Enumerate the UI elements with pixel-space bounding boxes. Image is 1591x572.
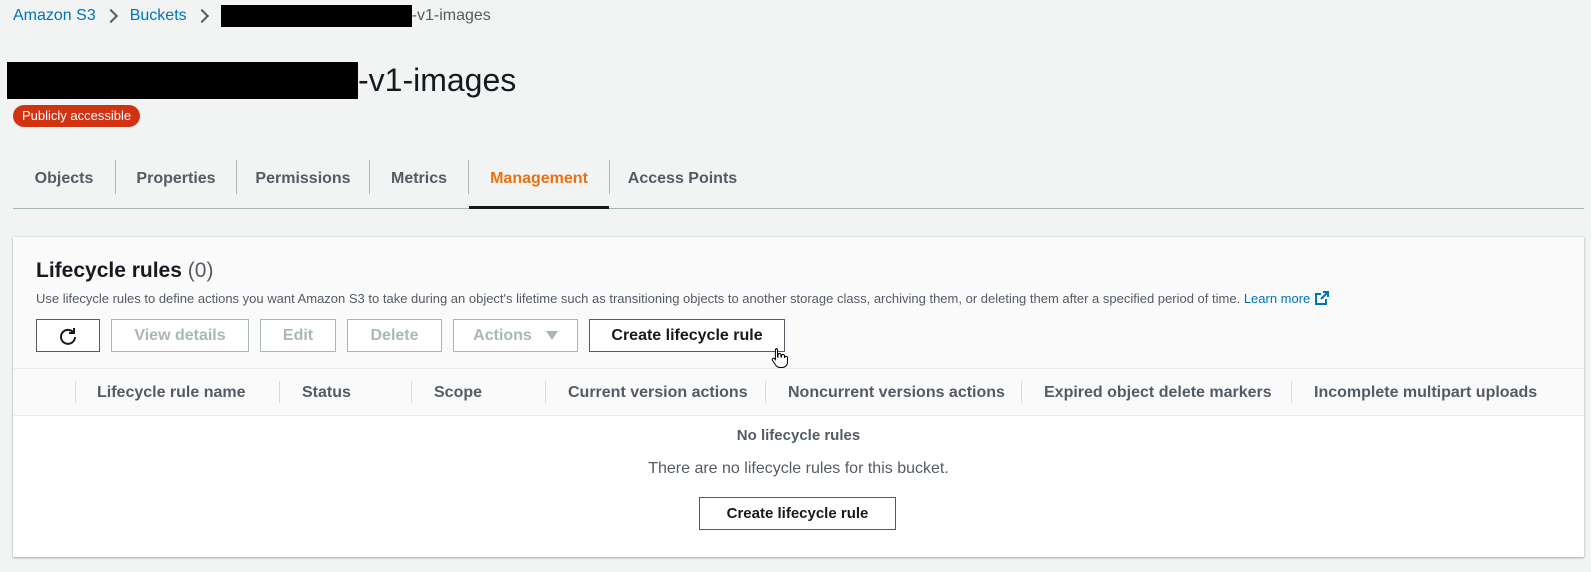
empty-create-lifecycle-rule-button[interactable]: Create lifecycle rule <box>699 497 896 530</box>
column-header-status[interactable]: Status <box>302 369 351 416</box>
status-badge: Publicly accessible <box>13 105 141 127</box>
column-divider <box>765 381 766 403</box>
tab-properties[interactable]: Properties <box>116 150 236 208</box>
column-header-incomplete-multipart[interactable]: Incomplete multipart uploads <box>1314 369 1537 416</box>
redacted-bucket-prefix <box>7 62 358 99</box>
chevron-right-icon <box>194 8 209 24</box>
page-title-suffix: -v1-images <box>358 62 517 98</box>
description-text: Use lifecycle rules to define actions yo… <box>36 291 1241 306</box>
column-divider <box>1291 381 1292 403</box>
tab-access-points[interactable]: Access Points <box>610 150 755 208</box>
tab-bar: Objects Properties Permissions Metrics M… <box>13 150 1584 209</box>
breadcrumb-buckets[interactable]: Buckets <box>130 7 187 25</box>
column-divider <box>279 381 280 403</box>
edit-button[interactable]: Edit <box>260 319 336 352</box>
rule-count: (0) <box>187 259 214 282</box>
lifecycle-rules-panel: Lifecycle rules (0) Use lifecycle rules … <box>13 237 1584 557</box>
chevron-right-icon <box>103 8 118 24</box>
create-lifecycle-rule-button[interactable]: Create lifecycle rule <box>589 319 785 352</box>
column-header-scope[interactable]: Scope <box>434 369 482 416</box>
hand-cursor-icon <box>771 348 788 368</box>
tab-objects[interactable]: Objects <box>13 150 115 208</box>
breadcrumb-current: -v1-images <box>411 7 491 24</box>
refresh-icon <box>60 327 76 345</box>
column-header-noncurrent-versions-actions[interactable]: Noncurrent versions actions <box>788 369 1005 416</box>
panel-description: Use lifecycle rules to define actions yo… <box>36 290 1330 306</box>
panel-title-text: Lifecycle rules <box>36 259 182 282</box>
column-header-expired-delete-markers[interactable]: Expired object delete markers <box>1044 369 1272 416</box>
panel-header: Lifecycle rules (0) Use lifecycle rules … <box>13 237 1584 369</box>
caret-down-icon <box>545 330 558 340</box>
column-divider <box>545 381 546 403</box>
column-header-rule-name[interactable]: Lifecycle rule name <box>97 369 246 416</box>
breadcrumb-amazon-s3[interactable]: Amazon S3 <box>13 7 96 25</box>
tab-permissions[interactable]: Permissions <box>237 150 369 208</box>
panel-title: Lifecycle rules (0) <box>36 259 213 283</box>
delete-button[interactable]: Delete <box>347 319 442 352</box>
page-title: -v1-images <box>7 62 516 99</box>
tab-management[interactable]: Management <box>469 150 609 209</box>
column-divider <box>1021 381 1022 403</box>
table-header: Lifecycle rule name Status Scope Current… <box>13 369 1584 416</box>
empty-state-description: There are no lifecycle rules for this bu… <box>648 460 949 477</box>
column-divider <box>411 381 412 403</box>
breadcrumb: Amazon S3 Buckets -v1-images <box>13 5 491 27</box>
redacted-bucket-prefix <box>220 5 412 27</box>
learn-more-link[interactable]: Learn more <box>1244 291 1330 306</box>
external-link-icon <box>1315 291 1330 305</box>
actions-label: Actions <box>473 326 532 344</box>
refresh-button[interactable] <box>36 319 100 352</box>
tab-metrics[interactable]: Metrics <box>370 150 468 208</box>
column-divider <box>75 381 76 403</box>
learn-more-label: Learn more <box>1243 291 1311 306</box>
empty-state-title: No lifecycle rules <box>736 427 861 444</box>
view-details-button[interactable]: View details <box>111 319 249 352</box>
actions-dropdown[interactable]: Actions <box>453 319 578 352</box>
column-header-current-version-actions[interactable]: Current version actions <box>568 369 748 416</box>
